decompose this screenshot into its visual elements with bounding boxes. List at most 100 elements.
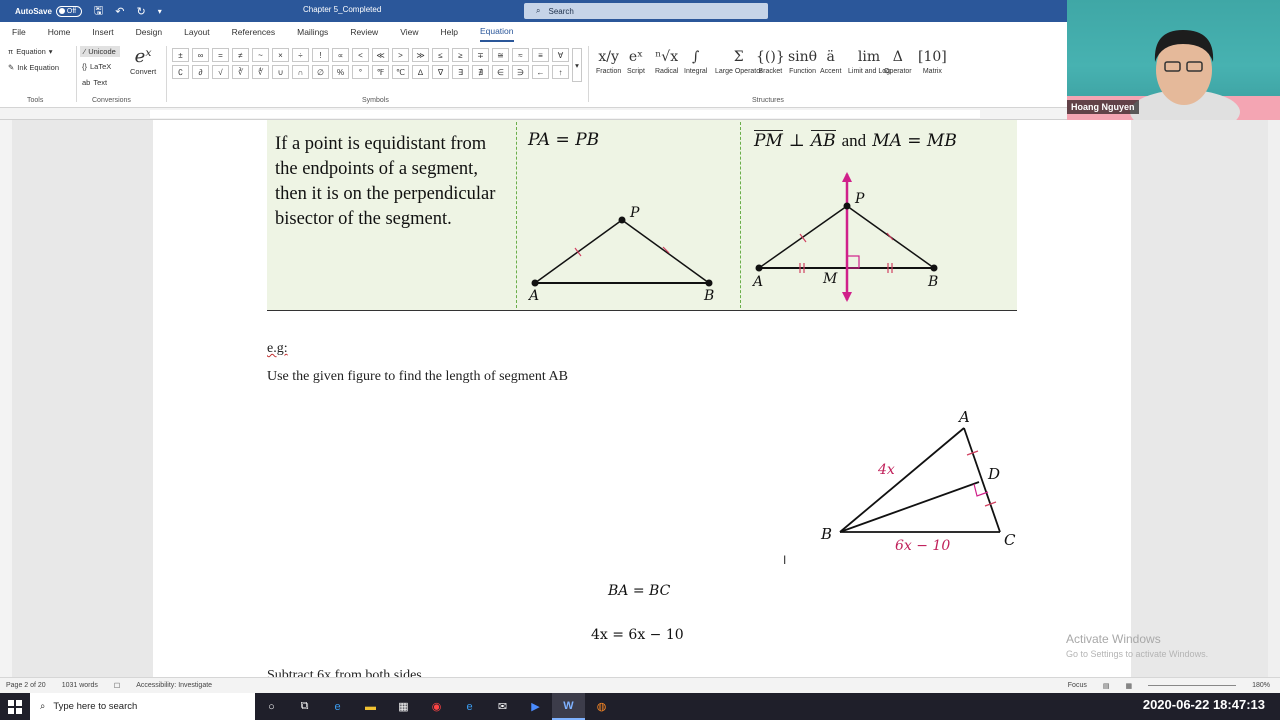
tab-insert[interactable]: Insert [92, 22, 113, 42]
unicode-button[interactable]: ∕ Unicode [80, 46, 120, 57]
equation-button[interactable]: π Equation ▾ [8, 47, 53, 56]
task-view-icon[interactable]: ⧉ [288, 693, 321, 720]
symbol-button[interactable]: ∀ [552, 48, 569, 62]
equation-4x-6x[interactable]: 4x = 6x − 10 [591, 627, 684, 643]
symbols-more-icon[interactable]: ▾ [572, 48, 582, 82]
symbol-button[interactable]: ← [532, 65, 549, 79]
symbol-button[interactable]: = [212, 48, 229, 62]
structure-fraction-button[interactable]: x/y Fraction [596, 46, 621, 75]
structure-radical-button[interactable]: ⁿ√x Radical [655, 46, 678, 75]
symbol-button[interactable]: ± [172, 48, 189, 62]
autosave-toggle[interactable]: Off [55, 5, 82, 17]
symbol-button[interactable]: ° [352, 65, 369, 79]
symbol-button[interactable]: ! [312, 48, 329, 62]
convert-button[interactable]: eˣ Convert [130, 46, 156, 76]
file-explorer-icon[interactable]: ▬ [354, 693, 387, 720]
symbol-button[interactable]: ≡ [532, 48, 549, 62]
search-box[interactable]: ⌕ Search [524, 3, 768, 19]
zoom-app-icon[interactable]: ▶ [519, 693, 552, 720]
proofing-icon[interactable]: ☐ [114, 682, 120, 690]
symbol-button[interactable]: ∇ [432, 65, 449, 79]
undo-icon[interactable]: ↶ [115, 5, 124, 18]
web-layout-icon[interactable]: ▦ [1125, 682, 1132, 690]
symbol-button[interactable]: ℉ [372, 65, 389, 79]
structure-bracket-button[interactable]: {()} Bracket [756, 46, 785, 75]
print-layout-icon[interactable]: ▤ [1103, 682, 1110, 690]
symbol-button[interactable]: ∈ [492, 65, 509, 79]
tab-review[interactable]: Review [350, 22, 378, 42]
tab-mailings[interactable]: Mailings [297, 22, 328, 42]
windows-start-icon[interactable] [0, 693, 30, 720]
ie-icon[interactable]: e [453, 693, 486, 720]
firefox-icon[interactable]: ◍ [585, 693, 618, 720]
symbol-button[interactable]: ≅ [492, 48, 509, 62]
symbol-button[interactable]: ∓ [472, 48, 489, 62]
mail-icon[interactable]: ✉ [486, 693, 519, 720]
symbol-button[interactable]: ∋ [512, 65, 529, 79]
equation-ba-bc[interactable]: BA = BC [608, 583, 670, 599]
symbol-button[interactable]: ÷ [292, 48, 309, 62]
symbol-button[interactable]: ℃ [392, 65, 409, 79]
symbol-button[interactable]: ∁ [172, 65, 189, 79]
structure-accent-button[interactable]: ä Accent [820, 46, 841, 75]
tab-view[interactable]: View [400, 22, 418, 42]
taskbar-search[interactable]: ⌕ Type here to search [30, 693, 255, 720]
symbol-button[interactable]: ∅ [312, 65, 329, 79]
tab-design[interactable]: Design [136, 22, 162, 42]
ink-equation-button[interactable]: ✎ Ink Equation [8, 63, 59, 72]
zoom-slider[interactable] [1148, 685, 1237, 686]
symbol-button[interactable]: ∞ [192, 48, 209, 62]
symbol-button[interactable]: ∃ [452, 65, 469, 79]
word-count[interactable]: 1031 words [62, 682, 98, 689]
symbol-button[interactable]: ≈ [512, 48, 529, 62]
tab-file[interactable]: File [12, 22, 26, 42]
symbol-button[interactable]: > [392, 48, 409, 62]
zoom-level[interactable]: 180% [1252, 682, 1270, 689]
symbol-button[interactable]: ∂ [192, 65, 209, 79]
structure-script-button[interactable]: eˣ Script [627, 46, 645, 75]
symbol-button[interactable]: ~ [252, 48, 269, 62]
symbol-button[interactable]: ≥ [452, 48, 469, 62]
symbol-button[interactable]: ∆ [412, 65, 429, 79]
accessibility-status[interactable]: Accessibility: Investigate [136, 682, 212, 689]
symbol-button[interactable]: ∜ [252, 65, 269, 79]
symbol-button[interactable]: ≠ [232, 48, 249, 62]
symbol-button[interactable]: ≤ [432, 48, 449, 62]
text-button[interactable]: ab Text [82, 78, 107, 87]
symbol-button[interactable]: ≪ [372, 48, 389, 62]
symbol-button[interactable]: ∩ [292, 65, 309, 79]
symbol-button[interactable]: < [352, 48, 369, 62]
latex-button[interactable]: {} LaTeX [82, 62, 111, 71]
focus-button[interactable]: Focus [1068, 682, 1087, 689]
document-page[interactable]: If a point is equidistant from the endpo… [153, 120, 1131, 677]
store-icon[interactable]: ▦ [387, 693, 420, 720]
tab-home[interactable]: Home [48, 22, 71, 42]
symbol-button[interactable]: ∪ [272, 65, 289, 79]
symbol-button[interactable]: ∄ [472, 65, 489, 79]
symbol-button[interactable]: √ [212, 65, 229, 79]
structure-integral-button[interactable]: ∫ Integral [684, 46, 707, 75]
symbol-button[interactable]: % [332, 65, 349, 79]
edge-icon[interactable]: e [321, 693, 354, 720]
vertical-scrollbar[interactable] [1268, 120, 1280, 677]
tab-references[interactable]: References [232, 22, 275, 42]
structure-matrix-button[interactable]: [10] Matrix [918, 46, 947, 75]
symbol-button[interactable]: ∝ [332, 48, 349, 62]
word-app-icon[interactable]: W [552, 693, 585, 720]
autosave-control[interactable]: AutoSave Off [15, 5, 82, 17]
save-icon[interactable]: 🖫 [94, 2, 103, 21]
customize-toolbar-icon[interactable]: ▾ [158, 7, 162, 16]
tab-equation[interactable]: Equation [479, 22, 514, 42]
symbol-button[interactable]: ∛ [232, 65, 249, 79]
symbol-button[interactable]: × [272, 48, 289, 62]
structure-operator-button[interactable]: Δ Operator [884, 46, 912, 75]
symbol-button[interactable]: ≫ [412, 48, 429, 62]
chrome-icon[interactable]: ◉ [420, 693, 453, 720]
cortana-icon[interactable]: ○ [255, 693, 288, 720]
redo-icon[interactable]: ↻ [137, 5, 146, 18]
vertical-ruler[interactable] [0, 120, 12, 677]
tab-help[interactable]: Help [440, 22, 457, 42]
page-count[interactable]: Page 2 of 20 [6, 682, 46, 689]
symbol-button[interactable]: ↑ [552, 65, 569, 79]
structure-function-button[interactable]: sinθ Function [788, 46, 817, 75]
